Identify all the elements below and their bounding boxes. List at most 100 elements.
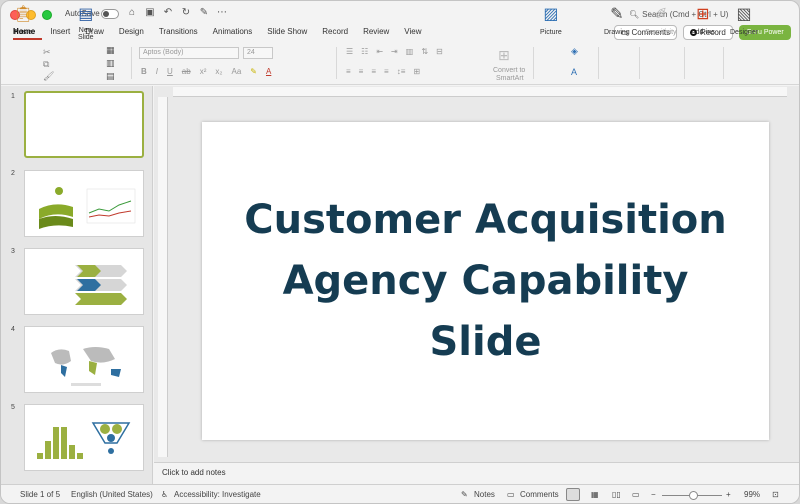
designer-label: Designer [730, 29, 759, 36]
slide-number: 2 [11, 170, 15, 177]
cut-icon[interactable]: ✂ [43, 47, 51, 58]
add-ins-button[interactable]: ⊞ Add-ins [691, 5, 715, 36]
notes-pane[interactable]: Click to add notes [154, 462, 799, 484]
highlight-icon[interactable]: ✎ [250, 67, 257, 76]
increase-indent-icon[interactable]: ⇥ [391, 47, 398, 56]
language-indicator[interactable]: English (United States) [71, 490, 153, 499]
reset-icon[interactable]: ▥ [106, 58, 115, 69]
thumbnail-preview [75, 265, 127, 305]
slide-counter: Slide 1 of 5 [20, 490, 61, 499]
subscript-icon[interactable]: x₂ [215, 67, 222, 76]
autosave-toggle[interactable] [101, 9, 119, 19]
notes-toggle[interactable]: Notes [474, 490, 495, 499]
search-icon: 🔍︎ [629, 10, 640, 19]
format-painter-icon[interactable]: 🖌︎ [43, 71, 54, 82]
convert-smartart-label-1: Convert to [493, 67, 526, 74]
font-size-field[interactable]: 24 [243, 47, 273, 59]
accessibility-icon: ♿︎ [161, 490, 169, 499]
home-icon[interactable]: ⌂ [125, 7, 139, 18]
slide-title[interactable]: Customer Acquisition Agency Capability S… [244, 190, 727, 373]
paragraph-row-1: ☰ ☷ ⇤ ⇥ ▥ ⇅ ⊟ [346, 47, 443, 56]
zoom-window-button[interactable] [42, 10, 52, 20]
font-format-row: B I U ab x² x₂ Aa ✎ A [141, 67, 271, 76]
tab-animations[interactable]: Animations [213, 26, 260, 40]
ribbon-divider [723, 47, 724, 79]
redo-icon[interactable]: ↻ [179, 7, 193, 18]
tab-view[interactable]: View [404, 26, 428, 40]
bullets-icon[interactable]: ☰ [346, 47, 353, 56]
zoom-in-icon[interactable]: + [726, 490, 731, 499]
change-case-icon[interactable]: Aa [231, 67, 241, 76]
copy-icon[interactable]: ⧉ [43, 59, 49, 70]
slideshow-icon[interactable]: ▭ [632, 490, 640, 499]
drawing-icon: ✎ [610, 6, 624, 23]
comments-toggle[interactable]: Comments [520, 490, 559, 499]
slide-title-line: Customer Acquisition [244, 196, 727, 243]
tab-record[interactable]: Record [322, 26, 355, 40]
layout-icon[interactable]: ▦ [106, 45, 115, 56]
font-name-field[interactable]: Aptos (Body) [139, 47, 239, 59]
notes-placeholder: Click to add notes [162, 468, 226, 477]
smartart-icon[interactable]: ⊞ [498, 47, 510, 64]
line-spacing-icon[interactable]: ↕≡ [397, 67, 406, 76]
slide-sorter-icon[interactable]: ▦ [591, 490, 599, 499]
undo-icon[interactable]: ↶ [161, 7, 175, 18]
align-text-icon[interactable]: ⊟ [436, 47, 443, 56]
text-direction-icon[interactable]: ⇅ [421, 47, 428, 56]
zoom-out-icon[interactable]: − [651, 490, 656, 499]
underline-icon[interactable]: U [167, 67, 173, 76]
new-slide-button[interactable]: ▤ New Slide [78, 5, 94, 41]
tab-insert[interactable]: Insert [50, 26, 77, 40]
bold-icon[interactable]: B [141, 67, 147, 76]
slide-thumbnail-2[interactable] [24, 170, 144, 237]
columns-icon[interactable]: ▥ [406, 47, 414, 56]
shapes-icon[interactable]: ◈ [571, 46, 578, 57]
align-center-icon[interactable]: ≡ [359, 67, 364, 76]
picture-icon: ▨ [543, 6, 559, 23]
ribbon-divider [684, 47, 685, 79]
columns-icon[interactable]: ⊞ [413, 67, 420, 76]
align-right-icon[interactable]: ≡ [371, 67, 376, 76]
new-slide-label-1: New [78, 27, 93, 34]
horizontal-ruler [173, 87, 787, 97]
current-slide[interactable]: Customer Acquisition Agency Capability S… [202, 122, 769, 440]
slide-thumbnail-4[interactable] [24, 326, 144, 393]
numbering-icon[interactable]: ☷ [361, 47, 368, 56]
more-icon[interactable]: ⋯ [215, 7, 229, 18]
picture-button[interactable]: ▨ Picture [540, 5, 562, 36]
font-color-icon[interactable]: A [266, 67, 271, 76]
save-icon[interactable]: ▣ [143, 7, 157, 18]
tab-design[interactable]: Design [119, 26, 151, 40]
ribbon-tabs: Home Insert Draw Design Transitions Anim… [13, 26, 437, 40]
tab-review[interactable]: Review [363, 26, 396, 40]
superscript-icon[interactable]: x² [200, 67, 207, 76]
slide-thumbnail-1[interactable] [24, 91, 144, 158]
zoom-level[interactable]: 99% [744, 490, 760, 499]
fit-to-window-icon[interactable]: ⊡ [772, 490, 779, 499]
sensitivity-button[interactable]: ✐ Sensitivity [645, 5, 677, 36]
title-bar: AutoSave ⌂ ▣ ↶ ↻ ✎ ⋯ 🔍︎ Search (Cmd + Ct… [1, 1, 799, 25]
italic-icon[interactable]: I [156, 67, 158, 76]
new-slide-icon: ▤ [78, 6, 94, 23]
section-icon[interactable]: ▤ [106, 71, 115, 82]
zoom-slider-handle[interactable] [689, 491, 698, 500]
tab-transitions[interactable]: Transitions [159, 26, 205, 40]
normal-view-button[interactable] [566, 488, 580, 501]
drawing-button[interactable]: ✎ Drawing [604, 5, 630, 36]
justify-icon[interactable]: ≡ [384, 67, 389, 76]
thumbnail-preview [37, 422, 131, 459]
textbox-icon[interactable]: A [571, 67, 577, 77]
tab-slide-show[interactable]: Slide Show [267, 26, 314, 40]
slide-thumbnail-5[interactable] [24, 404, 144, 471]
reading-view-icon[interactable]: ▯▯ [612, 490, 621, 499]
accessibility-status[interactable]: Accessibility: Investigate [174, 490, 261, 499]
slide-title-line: Agency Capability [282, 257, 689, 304]
ribbon-divider [533, 47, 534, 79]
edit-icon[interactable]: ✎ [197, 7, 211, 18]
decrease-indent-icon[interactable]: ⇤ [376, 47, 383, 56]
slide-thumbnail-3[interactable] [24, 248, 144, 315]
paste-button[interactable]: 📋︎ Paste [13, 5, 33, 36]
align-left-icon[interactable]: ≡ [346, 67, 351, 76]
designer-button[interactable]: ▧ Designer [730, 5, 758, 36]
strikethrough-icon[interactable]: ab [182, 67, 191, 76]
